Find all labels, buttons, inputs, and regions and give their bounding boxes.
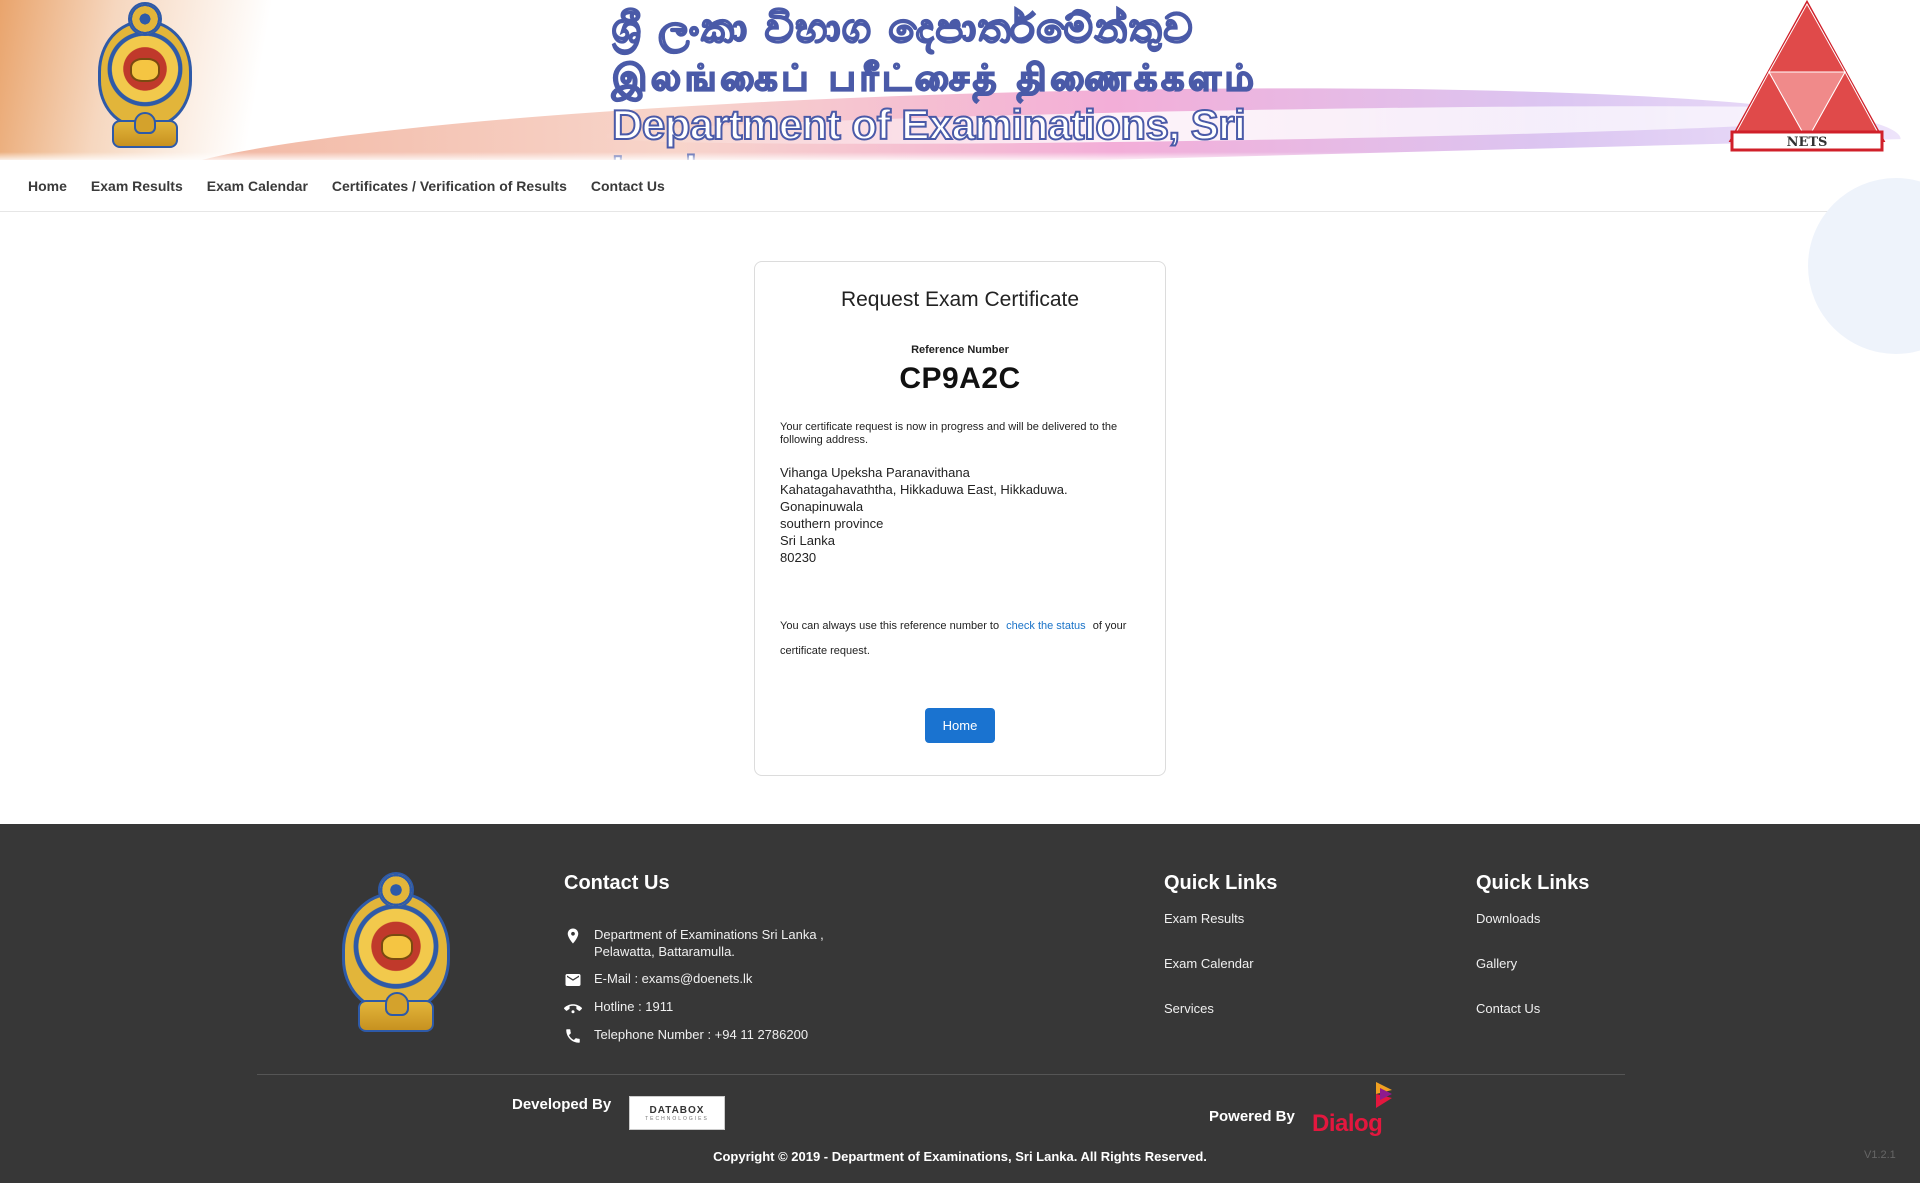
contact-email: E-Mail : exams@doenets.lk (562, 970, 882, 998)
quick-links-1: Exam Results Exam Calendar Services (1164, 910, 1254, 1045)
copyright-text: Copyright © 2019 - Department of Examina… (713, 1149, 1207, 1164)
header-banner: ශ්‍රී ලංකා විභාග දෙපාර්තමේන්තුව இலங்கைப்… (0, 0, 1920, 160)
status-note: You can always use this reference number… (780, 614, 1150, 664)
address-line-city: Gonapinuwala (780, 499, 864, 514)
reference-number-label: Reference Number (911, 344, 1009, 356)
footer-link-downloads[interactable]: Downloads (1476, 910, 1540, 955)
email-icon (562, 970, 584, 990)
nets-label: NETS (1787, 135, 1828, 150)
quick-links-heading-1: Quick Links (1164, 872, 1278, 894)
footer-link-exam-results[interactable]: Exam Results (1164, 910, 1254, 955)
contact-address-line2: Pelawatta, Battaramulla. (594, 944, 735, 959)
banner-title-sinhala: ශ්‍රී ලංකා විභාග දෙපාර්තමේන්තුව (611, 4, 1195, 53)
nav-certificates-verification[interactable]: Certificates / Verification of Results (332, 178, 567, 194)
nav-contact-us[interactable]: Contact Us (591, 178, 665, 194)
quick-links-heading-2: Quick Links (1476, 872, 1590, 894)
main-nav: Home Exam Results Exam Calendar Certific… (0, 160, 1920, 212)
address-line-street: Kahatagahavaththa, Hikkaduwa East, Hikka… (780, 482, 1068, 497)
contact-telephone: Telephone Number : +94 11 2786200 (562, 1026, 882, 1054)
status-note-text-before: You can always use this reference number… (780, 620, 1000, 632)
footer-emblem-logo (336, 870, 456, 1036)
footer: Contact Us Department of Examinations Sr… (0, 824, 1920, 1183)
footer-link-contact-us[interactable]: Contact Us (1476, 1000, 1540, 1045)
developed-by-label: Developed By (512, 1096, 612, 1113)
footer-link-exam-calendar[interactable]: Exam Calendar (1164, 955, 1254, 1000)
footer-link-services[interactable]: Services (1164, 1000, 1254, 1045)
reference-number: CP9A2C (899, 362, 1021, 395)
card-title: Request Exam Certificate (840, 288, 1080, 311)
quick-links-2: Downloads Gallery Contact Us (1476, 910, 1540, 1045)
dialog-mark-icon (1376, 1082, 1392, 1108)
hotline-icon (562, 998, 584, 1018)
databox-logo-subtext: TECHNOLOGIES (645, 1115, 709, 1122)
powered-by-label: Powered By (1209, 1108, 1295, 1125)
home-button[interactable]: Home (925, 708, 995, 743)
footer-link-gallery[interactable]: Gallery (1476, 955, 1540, 1000)
contact-address-line1: Department of Examinations Sri Lanka , (594, 927, 824, 942)
contact-telephone-text: Telephone Number : +94 11 2786200 (594, 1027, 809, 1042)
nets-logo[interactable]: NETS (1726, 0, 1888, 152)
footer-contact-list: Department of Examinations Sri Lanka , P… (562, 926, 882, 1054)
nav-exam-calendar[interactable]: Exam Calendar (207, 178, 308, 194)
dialog-logo[interactable]: Dialog (1312, 1080, 1398, 1138)
location-pin-icon (562, 926, 584, 946)
footer-contact-heading: Contact Us (564, 872, 670, 894)
phone-icon (562, 1026, 584, 1046)
contact-email-text[interactable]: E-Mail : exams@doenets.lk (594, 970, 752, 987)
databox-logo[interactable]: DATABOX TECHNOLOGIES (629, 1096, 725, 1130)
nav-exam-results[interactable]: Exam Results (91, 178, 183, 194)
contact-hotline-text: Hotline : 1911 (594, 999, 674, 1014)
certificate-request-card: Request Exam Certificate Reference Numbe… (754, 261, 1166, 776)
dialog-logo-text: Dialog (1312, 1110, 1383, 1137)
databox-logo-text: DATABOX (649, 1104, 705, 1116)
sri-lanka-emblem-logo[interactable] (90, 2, 200, 152)
address-line-province: southern province (780, 516, 884, 531)
address-line-postcode: 80230 (780, 550, 817, 565)
check-status-link[interactable]: check the status (1006, 620, 1086, 632)
delivery-address: Vihanga Upeksha Paranavithana Kahatagaha… (780, 464, 1150, 566)
nav-home[interactable]: Home (28, 178, 67, 194)
contact-hotline: Hotline : 1911 (562, 998, 882, 1026)
progress-message: Your certificate request is now in progr… (780, 421, 1118, 446)
banner-titles: ශ්‍රී ලංකා විභාග දෙපාර්තමේන්තුව இலங்கைப்… (611, 4, 1262, 160)
address-line-name: Vihanga Upeksha Paranavithana (780, 465, 970, 480)
contact-address: Department of Examinations Sri Lanka , P… (562, 926, 882, 970)
footer-divider (257, 1074, 1625, 1075)
banner-title-tamil: இலங்கைப் பரீட்சைத் திணைக்களம் (611, 56, 1258, 100)
version-label: V1.2.1 (1864, 1149, 1896, 1161)
address-line-country: Sri Lanka (780, 533, 835, 548)
